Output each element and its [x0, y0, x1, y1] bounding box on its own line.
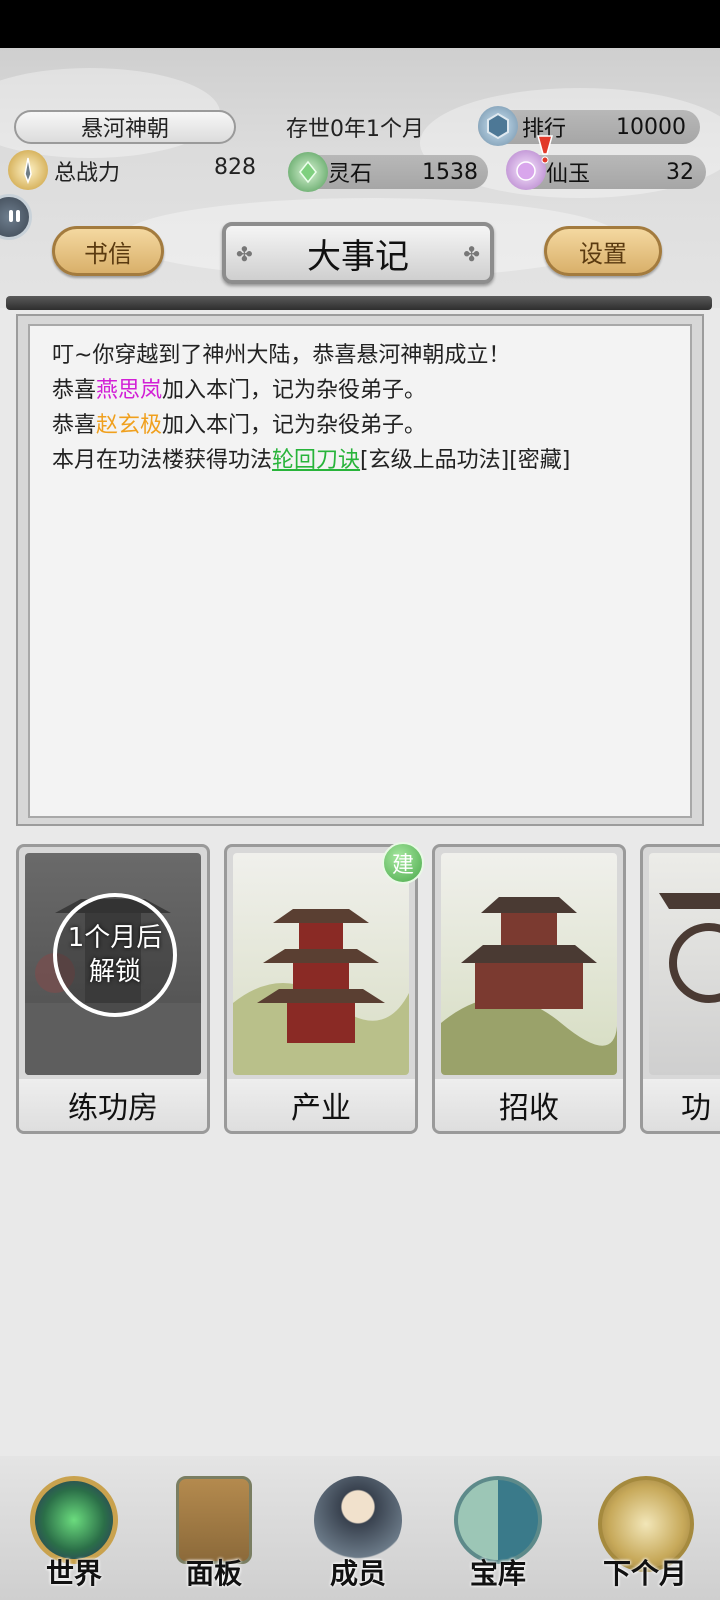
log-text: [玄级上品功法][密藏]: [360, 448, 571, 473]
log-text: 恭喜: [52, 378, 97, 403]
power-row: 总战力 828: [50, 153, 268, 187]
sect-name: 悬河神朝: [80, 117, 169, 142]
clover-right-icon: ✤: [463, 242, 480, 266]
card-label: 招收: [435, 1079, 623, 1131]
letters-label: 书信: [84, 239, 132, 268]
clover-left-icon: ✤: [236, 242, 253, 266]
nav-next-month[interactable]: 下个月: [580, 1470, 710, 1596]
nav-label: 面板: [185, 1557, 242, 1590]
log-line: 本月在功法楼获得功法轮回刀诀[玄级上品功法][密藏]: [52, 443, 668, 478]
settings-label: 设置: [579, 239, 627, 268]
card-partial[interactable]: 功: [640, 844, 720, 1134]
rank-value: 10000: [616, 114, 686, 140]
event-log[interactable]: 叮~你穿越到了神州大陆，恭喜悬河神朝成立！ 恭喜燕思岚加入本门，记为杂役弟子。 …: [28, 324, 692, 818]
nav-panel[interactable]: 面板: [154, 1470, 274, 1596]
power-value: 828: [214, 155, 256, 180]
nav-world[interactable]: 世界: [14, 1470, 134, 1596]
skill-name-link[interactable]: 轮回刀诀: [272, 448, 360, 473]
partial-art: [649, 853, 720, 1075]
power-label: 总战力: [54, 161, 121, 186]
nav-treasury[interactable]: 宝库: [438, 1470, 558, 1596]
log-text: 加入本门，记为杂役弟子。: [162, 378, 427, 403]
lock-text: 1个月后: [67, 923, 163, 953]
spirit-stone-value: 1538: [422, 159, 478, 185]
settings-button[interactable]: 设置: [544, 226, 662, 276]
sect-age: 存世0年1个月: [286, 117, 424, 142]
yin-yang-icon: [454, 1476, 542, 1564]
card-industry[interactable]: 产业: [224, 844, 418, 1134]
spirit-stone-label: 灵石: [328, 162, 373, 187]
card-label: 功: [643, 1079, 720, 1131]
partial-illustration: [659, 893, 720, 1003]
scroll-rail: [6, 296, 712, 310]
nav-label: 下个月: [602, 1557, 687, 1590]
page-title-plate: ✤ 大事记 ✤: [222, 222, 494, 284]
log-text: 叮~你穿越到了神州大陆，恭喜悬河神朝成立！: [52, 343, 511, 368]
chat-float-button[interactable]: [0, 194, 32, 240]
nav-members[interactable]: 成员: [298, 1470, 418, 1596]
nav-label: 世界: [45, 1557, 102, 1590]
nav-label: 成员: [329, 1557, 386, 1590]
alert-icon: [534, 134, 556, 164]
pause-icon: [9, 210, 20, 222]
spirit-stone-icon: [288, 152, 328, 192]
palace-illustration: [441, 897, 617, 1075]
industry-art: [233, 853, 409, 1075]
log-text: 加入本门，记为杂役弟子。: [162, 413, 427, 438]
sword-power-icon: [8, 150, 48, 190]
recruit-art: [441, 853, 617, 1075]
build-badge: 建: [382, 842, 424, 884]
log-line: 恭喜赵玄极加入本门，记为杂役弟子。: [52, 408, 668, 443]
card-label: 产业: [227, 1079, 415, 1131]
member-name-link[interactable]: 燕思岚: [96, 378, 162, 403]
log-text: 本月在功法楼获得功法: [52, 448, 273, 473]
log-line: 恭喜燕思岚加入本门，记为杂役弟子。: [52, 373, 668, 408]
log-line: 叮~你穿越到了神州大陆，恭喜悬河神朝成立！: [52, 338, 668, 373]
pagoda-illustration: [233, 909, 409, 1075]
person-icon: [314, 1476, 402, 1564]
nav-label: 宝库: [469, 1557, 526, 1590]
log-text: 恭喜: [52, 413, 97, 438]
training-room-art: 1个月后 解锁: [25, 853, 201, 1075]
lock-badge: 1个月后 解锁: [53, 893, 177, 1017]
sect-name-plate: 悬河神朝: [14, 110, 236, 144]
jade-value: 32: [666, 159, 694, 185]
rank-icon: [478, 106, 518, 146]
scroll-icon: [176, 1476, 252, 1564]
lock-text: 解锁: [88, 957, 141, 987]
status-bar: [0, 0, 720, 48]
sect-age-plate: 存世0年1个月: [230, 110, 480, 144]
world-icon: [30, 1476, 118, 1564]
event-log-panel: 叮~你穿越到了神州大陆，恭喜悬河神朝成立！ 恭喜燕思岚加入本门，记为杂役弟子。 …: [16, 314, 704, 826]
card-training-room[interactable]: 1个月后 解锁 练功房: [16, 844, 210, 1134]
card-label: 练功房: [19, 1079, 207, 1131]
member-name-link[interactable]: 赵玄极: [96, 413, 162, 438]
card-recruit[interactable]: 招收: [432, 844, 626, 1134]
page-title: 大事记: [307, 236, 409, 277]
letters-button[interactable]: 书信: [52, 226, 164, 276]
